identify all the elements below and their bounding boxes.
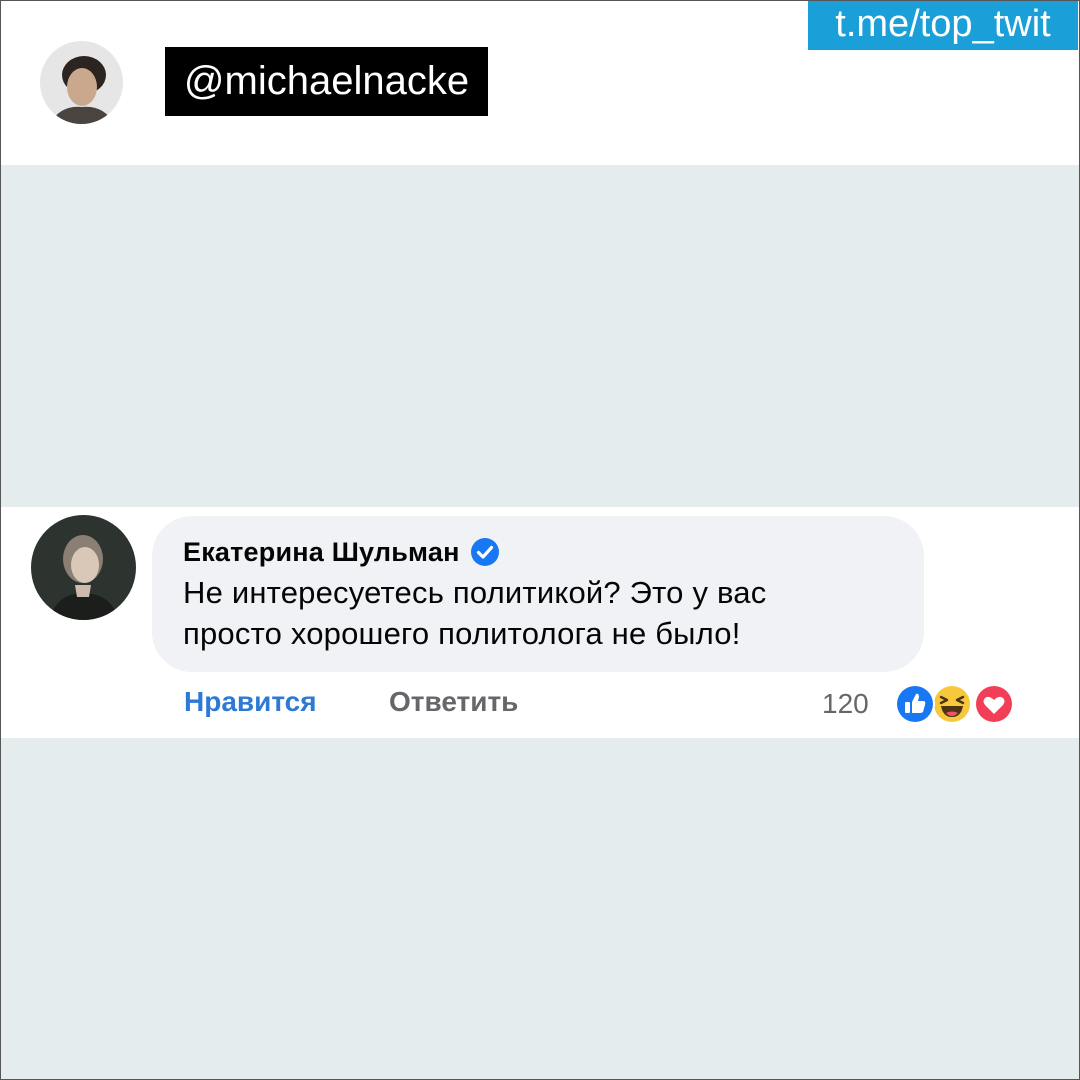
reaction-summary[interactable]	[894, 683, 1024, 725]
comment-author-avatar[interactable]	[31, 515, 136, 620]
reaction-count[interactable]: 120	[822, 688, 869, 720]
comment-text-line: Не интересуетесь политикой? Это у вас	[183, 575, 767, 610]
like-icon	[894, 683, 936, 725]
verified-badge-icon	[470, 537, 500, 567]
reply-button[interactable]: Ответить	[389, 686, 518, 718]
username-handle[interactable]: @michaelnacke	[165, 47, 488, 116]
love-icon	[973, 683, 1015, 725]
avatar[interactable]	[40, 41, 123, 124]
background-panel	[0, 165, 1080, 507]
comment-author-row: Екатерина Шульман	[183, 534, 500, 570]
channel-link[interactable]: t.me/top_twit	[808, 0, 1078, 50]
background-panel	[0, 738, 1080, 1080]
like-button[interactable]: Нравится	[184, 686, 317, 718]
comment-text-line: просто хорошего политолога не было!	[183, 616, 741, 651]
comment-author-name[interactable]: Екатерина Шульман	[183, 537, 460, 568]
haha-icon	[931, 683, 973, 725]
